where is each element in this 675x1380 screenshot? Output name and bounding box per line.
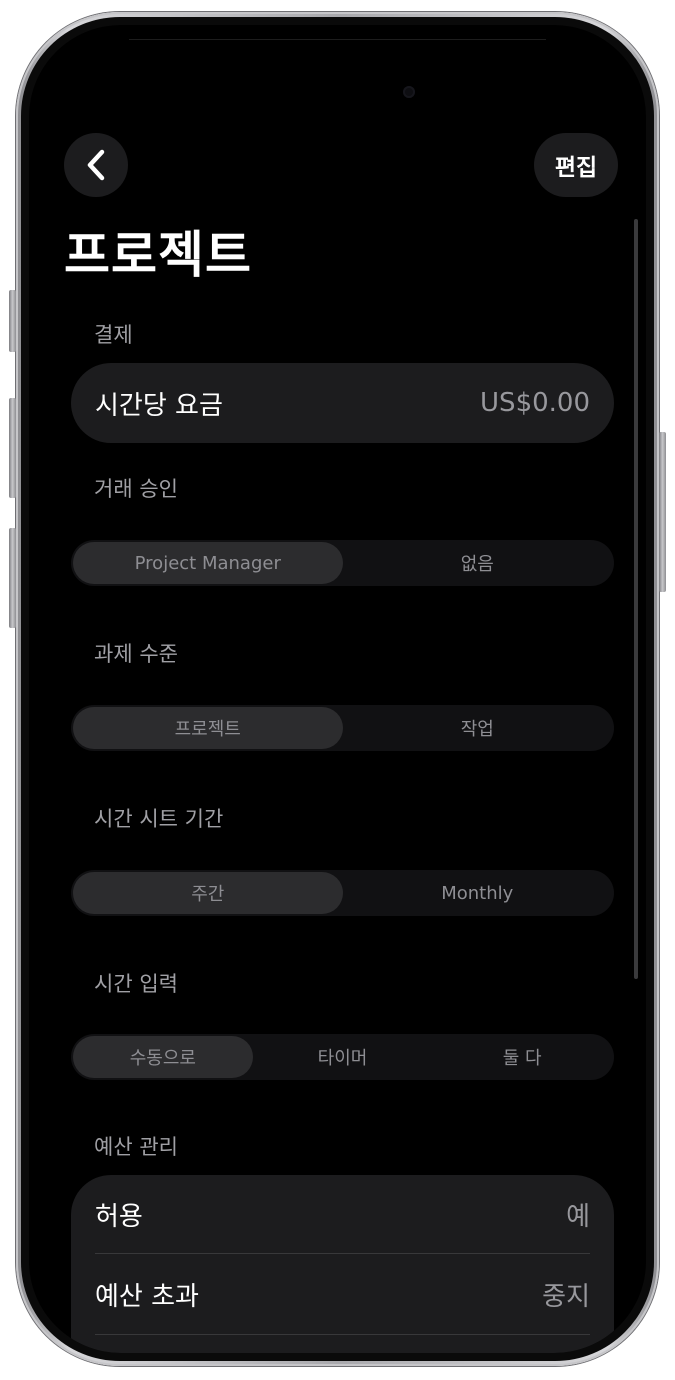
segment-task[interactable]: 작업 <box>343 707 613 749</box>
hourly-rate-row[interactable]: 시간당 요금 US$0.00 <box>71 363 614 443</box>
budget-allow-label: 허용 <box>95 1201 143 1232</box>
section-label-budget: 예산 관리 <box>94 1135 178 1159</box>
action-button <box>9 290 16 352</box>
screen-edge <box>129 39 546 40</box>
edit-button[interactable]: 편집 <box>534 133 618 197</box>
timesheet-period-segmented-control: 주간 Monthly <box>71 870 614 916</box>
section-label-task-level: 과제 수준 <box>94 642 178 666</box>
hourly-rate-label: 시간당 요금 <box>95 390 223 421</box>
phone-bezel: 편집 프로젝트 결제 시간당 요금 US$0.00 거래 승인 Project … <box>21 17 654 1361</box>
front-camera <box>403 86 415 98</box>
phone-frame: 편집 프로젝트 결제 시간당 요금 US$0.00 거래 승인 Project … <box>16 12 659 1366</box>
back-button[interactable] <box>64 133 128 197</box>
segment-timer[interactable]: 타이머 <box>253 1036 433 1078</box>
budget-overrun-value: 중지 <box>542 1281 590 1312</box>
transaction-approval-segmented-control: Project Manager 없음 <box>71 540 614 586</box>
section-label-timesheet-period: 시간 시트 기간 <box>94 807 224 831</box>
scrollbar[interactable] <box>634 219 638 979</box>
segment-both[interactable]: 둘 다 <box>432 1036 612 1078</box>
budget-overrun-label: 예산 초과 <box>95 1281 199 1312</box>
volume-up-button <box>9 398 16 498</box>
segment-manual[interactable]: 수동으로 <box>73 1036 253 1078</box>
chevron-left-icon <box>87 149 105 181</box>
section-label-billing: 결제 <box>94 323 133 347</box>
segment-monthly[interactable]: Monthly <box>343 872 613 914</box>
hourly-rate-value: US$0.00 <box>480 388 590 418</box>
segment-none[interactable]: 없음 <box>343 542 613 584</box>
section-label-time-entry: 시간 입력 <box>94 972 178 996</box>
segment-project[interactable]: 프로젝트 <box>73 707 343 749</box>
budget-row-overrun[interactable]: 예산 초과 중지 <box>71 1254 614 1334</box>
budget-row-allow[interactable]: 허용 예 <box>71 1175 614 1253</box>
task-level-segmented-control: 프로젝트 작업 <box>71 705 614 751</box>
segment-weekly[interactable]: 주간 <box>73 872 343 914</box>
budget-card: 허용 예 예산 초과 중지 <box>71 1175 614 1353</box>
section-label-transaction-approval: 거래 승인 <box>94 477 178 501</box>
screen: 편집 프로젝트 결제 시간당 요금 US$0.00 거래 승인 Project … <box>29 25 646 1353</box>
segment-project-manager[interactable]: Project Manager <box>73 542 343 584</box>
page-title: 프로젝트 <box>64 226 252 284</box>
time-entry-segmented-control: 수동으로 타이머 둘 다 <box>71 1034 614 1080</box>
budget-allow-value: 예 <box>566 1201 590 1232</box>
volume-down-button <box>9 528 16 628</box>
hourly-rate-card[interactable]: 시간당 요금 US$0.00 <box>71 363 614 443</box>
side-button <box>659 432 666 592</box>
divider <box>95 1334 590 1335</box>
